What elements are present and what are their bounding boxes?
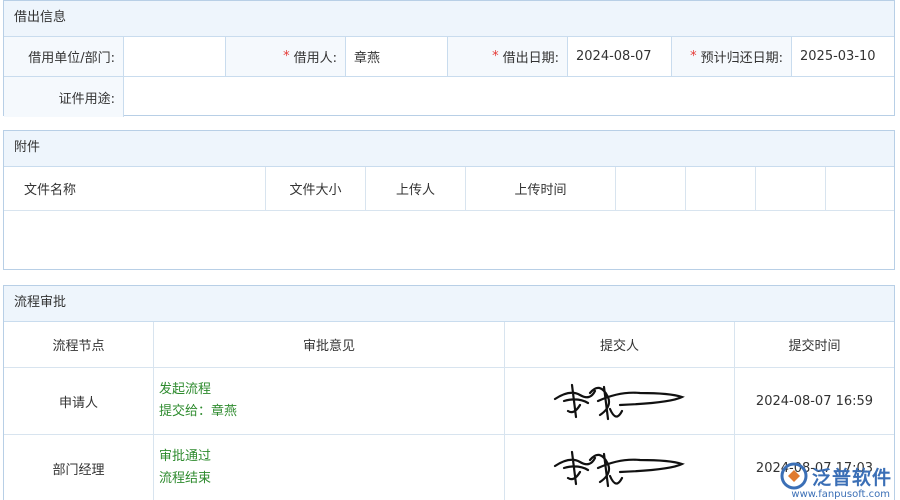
- required-mark: *: [283, 49, 290, 64]
- col-action-3: [756, 167, 826, 210]
- opinion-line-1: 审批通过: [159, 449, 212, 464]
- col-uploader: 上传人: [366, 167, 466, 210]
- date-label-text: 借出日期:: [502, 51, 559, 66]
- loan-info-panel: 借出信息 借用单位/部门: * 借用人: 章燕 * 借出日期: 2024-08-07…: [3, 0, 895, 117]
- submitter-cell: [505, 368, 735, 434]
- table-row: 部门经理 审批通过 流程结束 2024-08-07 17:03: [4, 435, 894, 500]
- loan-info-row-1: 借用单位/部门: * 借用人: 章燕 * 借出日期: 2024-08-07 * 预计归…: [4, 37, 894, 77]
- return-date-label-text: 预计归还日期:: [700, 51, 783, 66]
- borrower-label: * 借用人:: [226, 37, 346, 76]
- date-field[interactable]: 2024-08-07: [568, 37, 672, 76]
- date-value: 2024-08-07: [576, 49, 652, 64]
- signature-image: [553, 383, 685, 421]
- attachments-title: 附件: [4, 131, 894, 167]
- col-file-name: 文件名称: [4, 167, 266, 210]
- borrower-label-text: 借用人:: [293, 51, 337, 66]
- brand-url: www.fanpusoft.com: [791, 489, 890, 500]
- col-submit-time: 提交时间: [788, 339, 841, 354]
- dept-label: 借用单位/部门:: [4, 37, 124, 76]
- return-date-field[interactable]: 2025-03-10: [792, 37, 894, 76]
- col-submitter: 提交人: [505, 322, 735, 367]
- col-action-2: [686, 167, 756, 210]
- workflow-header-row: 流程节点 审批意见 提交人 提交时间: [4, 322, 894, 368]
- node-cell: 申请人: [4, 368, 154, 434]
- dept-field[interactable]: [124, 37, 226, 76]
- return-date-label: * 预计归还日期:: [672, 37, 792, 76]
- workflow-panel: 流程审批 流程节点 审批意见 提交人 提交时间 申请人 发起流程 提交给：章燕 …: [3, 285, 895, 500]
- submitter-cell: [505, 435, 735, 500]
- loan-info-title: 借出信息: [4, 1, 894, 37]
- borrower-value: 章燕: [354, 51, 381, 66]
- opinion-line-2: 流程结束: [159, 471, 212, 486]
- brand-watermark: 泛普软件: [780, 462, 892, 490]
- col-action-4: [826, 167, 894, 210]
- brand-name: 泛普软件: [811, 466, 892, 489]
- brand-logo-icon: [780, 462, 808, 490]
- col-node: 流程节点: [4, 322, 154, 367]
- submit-time-cell: 2024-08-07 16:59: [755, 393, 874, 409]
- opinion-line-1: 发起流程: [159, 382, 212, 397]
- return-date-value: 2025-03-10: [800, 49, 876, 64]
- col-action-1: [616, 167, 686, 210]
- table-row: 申请人 发起流程 提交给：章燕 2024-08-07 16:59: [4, 368, 894, 435]
- node-cell: 部门经理: [4, 435, 154, 500]
- col-file-size: 文件大小: [266, 167, 366, 210]
- dept-label-text: 借用单位/部门:: [28, 51, 115, 66]
- date-label: * 借出日期:: [448, 37, 568, 76]
- purpose-label: 证件用途:: [4, 77, 124, 117]
- purpose-label-text: 证件用途:: [58, 91, 115, 107]
- attachments-header-row: 文件名称 文件大小 上传人 上传时间: [4, 167, 894, 211]
- opinion-cell: 审批通过 流程结束: [154, 435, 505, 500]
- required-mark: *: [492, 49, 499, 64]
- purpose-field[interactable]: [124, 77, 894, 117]
- col-opinion: 审批意见: [154, 322, 505, 367]
- signature-image: [553, 450, 685, 488]
- workflow-title: 流程审批: [4, 286, 894, 322]
- attachments-panel: 附件 文件名称 文件大小 上传人 上传时间: [3, 130, 895, 270]
- opinion-line-2: 提交给：章燕: [159, 404, 238, 419]
- col-upload-time: 上传时间: [466, 167, 616, 210]
- opinion-cell: 发起流程 提交给：章燕: [154, 368, 505, 434]
- loan-info-row-2: 证件用途:: [4, 77, 894, 117]
- required-mark: *: [690, 49, 697, 64]
- borrower-field[interactable]: 章燕: [346, 37, 448, 76]
